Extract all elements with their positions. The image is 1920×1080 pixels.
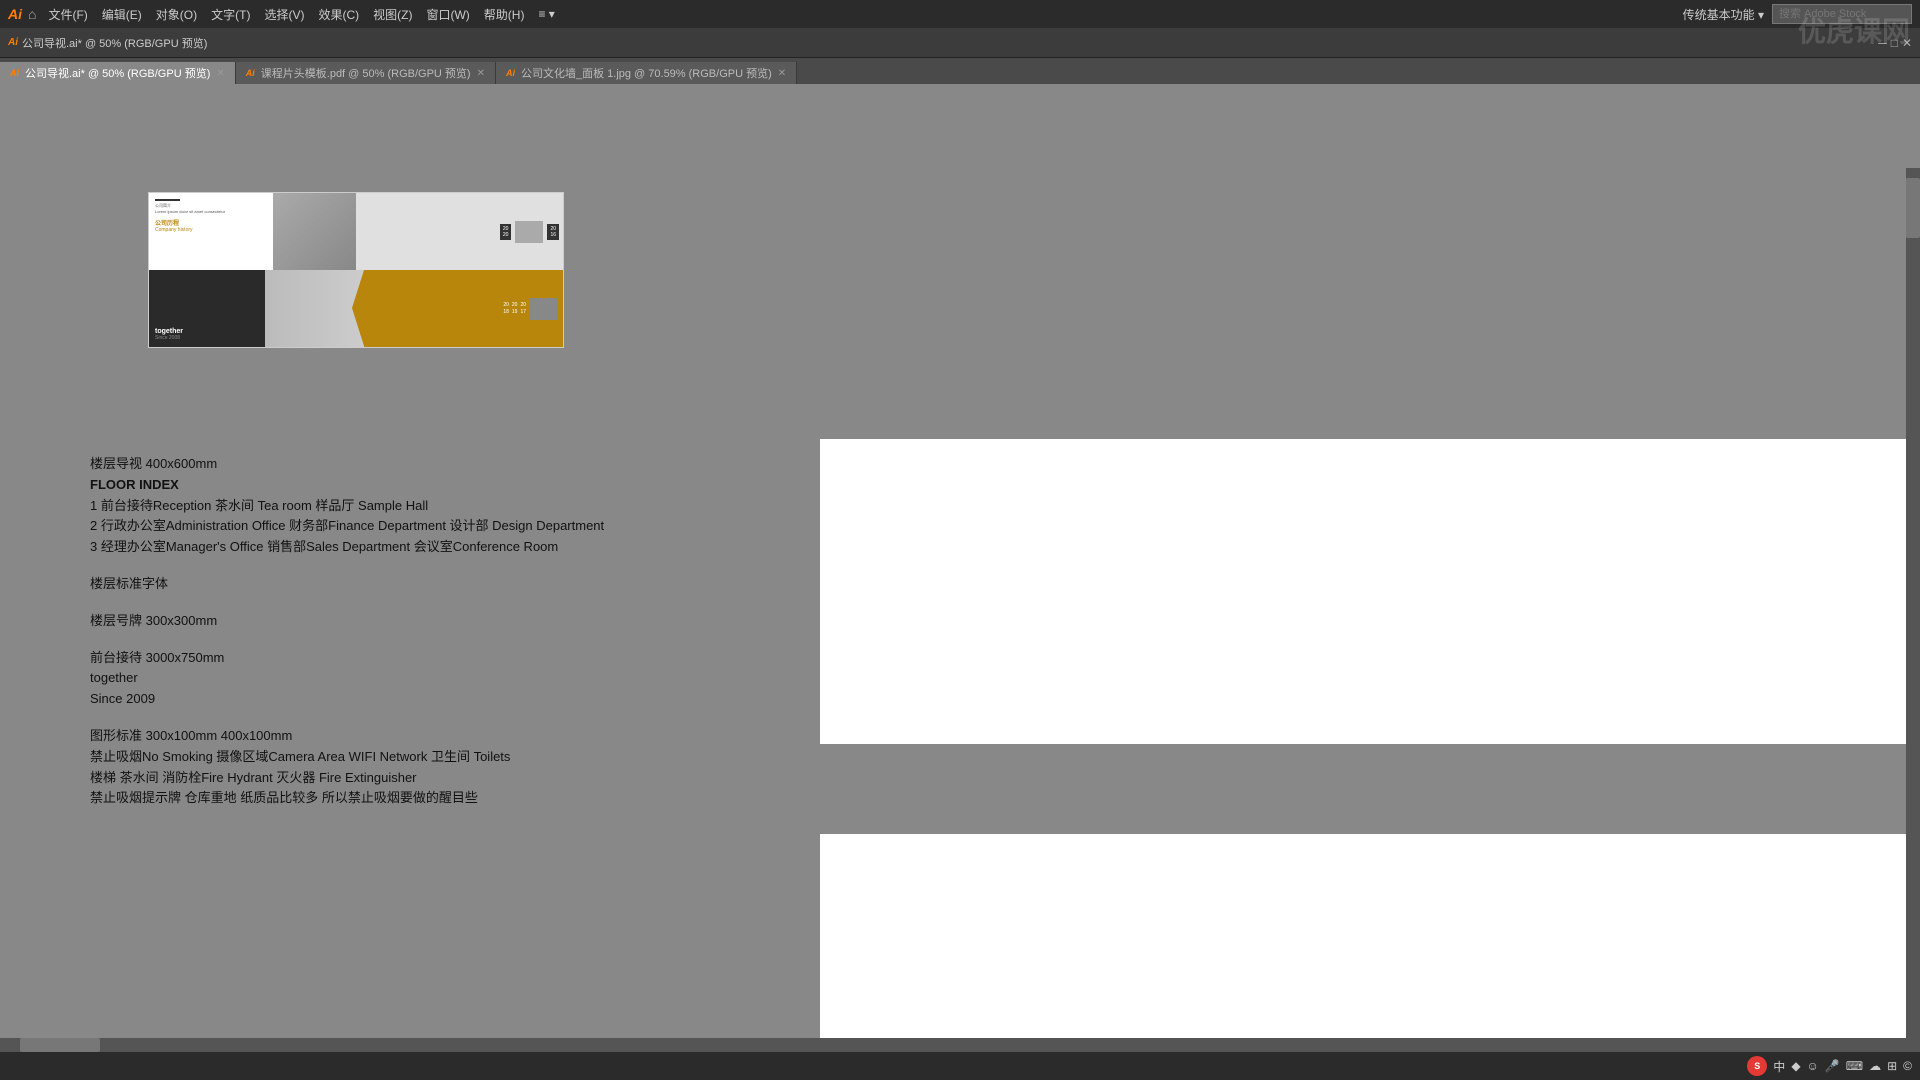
artboard-preview: 公司简介 Lorem ipsum dolor sit amet consecte…: [148, 192, 564, 348]
year-2017: 2017: [520, 302, 526, 316]
year-2019: 2019: [512, 302, 518, 316]
taskbar-mic-icon[interactable]: 🎤: [1825, 1059, 1840, 1073]
tab-2-icon: Ai: [506, 68, 515, 78]
floor-2-text: 2 行政办公室Administration Office 财务部Finance …: [90, 516, 604, 537]
tab-0-label: 公司导视.ai* @ 50% (RGB/GPU 预览): [25, 65, 210, 81]
company-history-cn: 公司历程: [155, 218, 267, 227]
tab-1[interactable]: Ai 课程片头模板.pdf @ 50% (RGB/GPU 预览) ✕: [236, 62, 496, 84]
mini-text-lines: 公司简介 Lorem ipsum dolor sit amet consecte…: [155, 199, 267, 214]
spacer-1: [90, 558, 604, 574]
spacer-2: [90, 595, 604, 611]
taskbar-grid-icon[interactable]: ⊞: [1887, 1059, 1897, 1073]
tab-2[interactable]: Ai 公司文化墙_面板 1.jpg @ 70.59% (RGB/GPU 预览) …: [496, 62, 797, 84]
photo-bottom-right: [529, 298, 557, 320]
menu-select[interactable]: 选择(V): [258, 4, 310, 25]
right-panel-top: [820, 439, 1920, 744]
scroll-thumb-v[interactable]: [1906, 178, 1920, 238]
tab-1-label: 课程片头模板.pdf @ 50% (RGB/GPU 预览): [261, 65, 471, 81]
tab-0[interactable]: Ai 公司导视.ai* @ 50% (RGB/GPU 预览) ✕: [0, 62, 236, 84]
design-bottom-gray: [265, 270, 364, 347]
company-history-en: Company history: [155, 227, 267, 233]
taskbar-c-icon[interactable]: ©: [1903, 1059, 1912, 1073]
year-2016: 2016: [547, 224, 559, 240]
taskbar-keyboard-icon[interactable]: ⌨: [1846, 1059, 1863, 1073]
workspace-label[interactable]: 传统基本功能 ▾: [1683, 6, 1764, 23]
design-bottom-gold: 2018 2019 2017: [364, 270, 563, 347]
menu-bar: 文件(F) 编辑(E) 对象(O) 文字(T) 选择(V) 效果(C) 视图(Z…: [42, 4, 560, 25]
menu-window[interactable]: 窗口(W): [420, 4, 475, 25]
design-container: 公司简介 Lorem ipsum dolor sit amet consecte…: [149, 193, 563, 347]
doc-ai-icon: Ai: [8, 37, 18, 48]
taskbar-cloud-icon[interactable]: ☁: [1869, 1059, 1881, 1073]
menu-file[interactable]: 文件(F): [42, 4, 93, 25]
design-top: 公司简介 Lorem ipsum dolor sit amet consecte…: [149, 193, 563, 270]
home-icon[interactable]: ⌂: [28, 6, 36, 22]
taskbar-zh-icon[interactable]: 中: [1773, 1058, 1785, 1075]
menu-extra[interactable]: ≡ ▾: [532, 5, 560, 23]
taskbar-face-icon[interactable]: ☺: [1807, 1059, 1819, 1073]
design-center-img: [273, 193, 356, 270]
no-smoking-line: 禁止吸烟No Smoking 摄像区域Camera Area WIFI Netw…: [90, 747, 604, 768]
taskbar: S 中 ◆ ☺ 🎤 ⌨ ☁ ⊞ ©: [0, 1052, 1920, 1080]
doc-window: Ai 公司导视.ai* @ 50% (RGB/GPU 预览) ─ □ ✕: [0, 28, 1920, 58]
design-bottom-dark: together Since 2008: [149, 270, 265, 347]
spacer-3: [90, 632, 604, 648]
title-bar-right: 传统基本功能 ▾: [1683, 4, 1912, 24]
floor-font-label: 楼层标准字体: [90, 574, 604, 595]
tab-0-close[interactable]: ✕: [216, 68, 224, 79]
tab-1-icon: Ai: [246, 68, 255, 78]
scroll-thumb-h[interactable]: [20, 1038, 100, 1052]
floor-3-text: 3 经理办公室Manager's Office 销售部Sales Departm…: [90, 537, 604, 558]
year-2018: 2018: [503, 302, 509, 316]
since-label: Since 2009: [90, 689, 604, 710]
doc-maximize[interactable]: □: [1891, 36, 1898, 50]
tab-0-icon: Ai: [10, 68, 19, 78]
floor-index-en: FLOOR INDEX: [90, 475, 604, 496]
scrollbar-vertical[interactable]: [1906, 168, 1920, 1052]
since-text: Since 2008: [155, 335, 259, 341]
scrollbar-horizontal[interactable]: [0, 1038, 1906, 1052]
reception-size: 前台接待 3000x750mm: [90, 648, 604, 669]
menu-text[interactable]: 文字(T): [205, 4, 256, 25]
menu-effect[interactable]: 效果(C): [312, 4, 365, 25]
doc-minimize[interactable]: ─: [1878, 36, 1887, 50]
note-line: 禁止吸烟提示牌 仓库重地 纸质品比较多 所以禁止吸烟要做的醒目些: [90, 788, 604, 809]
stairs-line: 楼梯 茶水间 消防栓Fire Hydrant 灭火器 Fire Extingui…: [90, 768, 604, 789]
design-right-timeline: 2020 2016: [356, 193, 563, 270]
together-label: together: [90, 668, 604, 689]
text-content: 楼层导视 400x600mm FLOOR INDEX 1 前台接待Recepti…: [90, 454, 604, 809]
menu-edit[interactable]: 编辑(E): [96, 4, 148, 25]
taskbar-dot-icon[interactable]: ◆: [1791, 1059, 1800, 1073]
title-bar: Ai ⌂ 文件(F) 编辑(E) 对象(O) 文字(T) 选择(V) 效果(C)…: [0, 0, 1920, 28]
doc-title: Ai 公司导视.ai* @ 50% (RGB/GPU 预览): [8, 35, 207, 51]
spacer-4: [90, 710, 604, 726]
floor-1-text: 1 前台接待Reception 茶水间 Tea room 样品厅 Sample …: [90, 496, 604, 517]
together-text: together: [155, 328, 259, 335]
photo-top-right: [515, 221, 543, 243]
floor-sign-size: 楼层号牌 300x300mm: [90, 611, 604, 632]
tab-bar: Ai 公司导视.ai* @ 50% (RGB/GPU 预览) ✕ Ai 课程片头…: [0, 58, 1920, 84]
ai-logo: Ai: [8, 6, 22, 22]
menu-object[interactable]: 对象(O): [150, 4, 203, 25]
tab-2-label: 公司文化墙_面板 1.jpg @ 70.59% (RGB/GPU 预览): [521, 65, 772, 81]
title-bar-left: Ai ⌂ 文件(F) 编辑(E) 对象(O) 文字(T) 选择(V) 效果(C)…: [8, 4, 561, 25]
tab-2-close[interactable]: ✕: [778, 68, 786, 79]
tab-1-close[interactable]: ✕: [477, 68, 485, 79]
design-left-white: 公司简介 Lorem ipsum dolor sit amet consecte…: [149, 193, 273, 270]
year-2020-top: 2020: [500, 224, 512, 240]
right-panel-bottom: [820, 834, 1920, 1064]
doc-title-text: 公司导视.ai* @ 50% (RGB/GPU 预览): [22, 35, 207, 51]
floor-guide-title: 楼层导视 400x600mm: [90, 454, 604, 475]
design-bottom: together Since 2008 2018: [149, 270, 563, 347]
canvas-area: 公司简介 Lorem ipsum dolor sit amet consecte…: [0, 84, 1920, 1080]
sougou-icon[interactable]: S: [1747, 1056, 1767, 1076]
adobe-stock-search[interactable]: [1772, 4, 1912, 24]
menu-view[interactable]: 视图(Z): [367, 4, 418, 25]
graphic-standard: 图形标准 300x100mm 400x100mm: [90, 726, 604, 747]
doc-close[interactable]: ✕: [1902, 36, 1912, 50]
menu-help[interactable]: 帮助(H): [478, 4, 531, 25]
